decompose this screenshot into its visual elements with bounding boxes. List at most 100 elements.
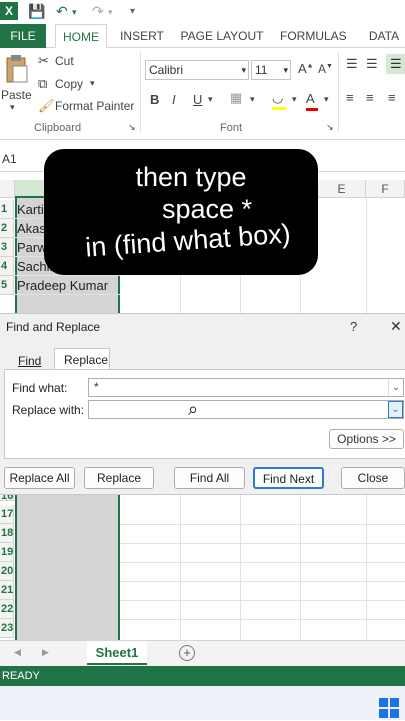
windows-start-icon[interactable] (379, 698, 399, 718)
row-header[interactable]: 21 (0, 581, 14, 600)
cell-a5[interactable]: Pradeep Kumar (15, 276, 120, 295)
find-what-value: * (94, 380, 99, 394)
font-color-icon[interactable]: A (306, 91, 318, 111)
font-name-chevron-icon: ▾ (241, 65, 246, 75)
customize-toolbar-icon[interactable]: ▾ (130, 6, 135, 17)
cut-button[interactable]: Cut (55, 54, 74, 68)
name-box[interactable]: A1 (2, 152, 17, 166)
options-button[interactable]: Options >> (329, 429, 404, 449)
mouse-cursor-icon: ⌕ (188, 399, 199, 419)
dialog-title: Find and Replace (6, 320, 101, 334)
paste-label[interactable]: Paste (1, 88, 32, 102)
font-size-dropdown[interactable]: 11 ▾ (251, 60, 291, 80)
grid-line (120, 619, 405, 620)
increase-font-icon[interactable]: A▲ (298, 61, 314, 76)
row-header[interactable]: 2 (0, 219, 14, 238)
font-size-chevron-icon: ▾ (283, 65, 288, 75)
grid-line (120, 543, 405, 544)
tab-replace[interactable]: Replace (54, 348, 110, 370)
align-middle-icon[interactable]: ☰ (366, 56, 378, 72)
tab-replace-label: Replace (64, 353, 109, 367)
close-button[interactable]: Close (341, 467, 405, 489)
paste-dropdown-icon[interactable]: ▾ (10, 102, 15, 113)
save-icon[interactable]: 💾 (28, 3, 45, 20)
decrease-font-icon[interactable]: A▼ (318, 62, 333, 76)
column-header-f[interactable]: F (366, 180, 405, 198)
select-all-corner[interactable] (0, 180, 15, 198)
title-bar: X 💾 ↶ ▾ ↷ ▾ ▾ (0, 0, 405, 24)
italic-button[interactable]: I (172, 92, 176, 107)
sheet-tab-sheet1[interactable]: Sheet1 (87, 641, 147, 665)
find-what-input[interactable]: * ⌄ (88, 378, 404, 397)
row-header[interactable]: 5 (0, 276, 14, 295)
row-header[interactable]: 4 (0, 257, 14, 276)
undo-dropdown-icon[interactable]: ▾ (72, 7, 77, 18)
underline-dropdown-icon[interactable]: ▾ (208, 94, 213, 105)
help-button[interactable]: ? (350, 319, 357, 334)
tab-find[interactable]: Find (18, 354, 41, 368)
row-header[interactable]: 3 (0, 238, 14, 257)
align-bottom-icon[interactable]: ☰ (386, 54, 405, 74)
replace-button[interactable]: Replace (84, 467, 154, 489)
grid-line (120, 524, 405, 525)
borders-dropdown-icon[interactable]: ▾ (250, 94, 255, 105)
scroll-sheets-left-icon[interactable]: ◀ (14, 647, 21, 658)
column-header-e[interactable]: E (318, 180, 366, 198)
replace-with-input[interactable]: ⌄ (88, 400, 404, 419)
tab-formulas[interactable]: FORMULAS (280, 24, 347, 48)
tab-page-layout[interactable]: PAGE LAYOUT (180, 24, 264, 48)
borders-icon[interactable]: ▦ (230, 90, 242, 106)
row-header[interactable]: 17 (0, 505, 14, 524)
row-header[interactable]: 22 (0, 600, 14, 619)
find-all-button[interactable]: Find All (174, 467, 245, 489)
grid-line (120, 562, 405, 563)
replace-history-chevron-icon[interactable]: ⌄ (388, 401, 403, 418)
align-left-icon[interactable]: ≡ (346, 90, 354, 105)
row-header[interactable]: 18 (0, 524, 14, 543)
undo-icon[interactable]: ↶ (56, 3, 68, 20)
cut-icon[interactable]: ✂ (38, 53, 49, 69)
tab-home[interactable]: HOME (55, 24, 107, 48)
fill-color-dropdown-icon[interactable]: ▾ (292, 94, 297, 105)
align-top-icon[interactable]: ☰ (346, 56, 358, 72)
font-name-value: Calibri (149, 63, 184, 77)
find-replace-dialog: Find and Replace ? ✕ Find Replace Find w… (0, 313, 405, 495)
format-painter-button[interactable]: Format Painter (55, 99, 134, 113)
font-launcher-icon[interactable]: ↘ (326, 122, 334, 133)
ribbon: Paste ▾ ✂ Cut ⧉ Copy ▾ 🖌 Format Painter … (0, 48, 405, 140)
add-sheet-button[interactable]: + (179, 645, 195, 661)
taskbar (0, 686, 405, 720)
find-next-button[interactable]: Find Next (253, 467, 324, 489)
fill-color-icon[interactable]: ◡ (272, 90, 286, 110)
font-color-dropdown-icon[interactable]: ▾ (324, 94, 329, 105)
copy-dropdown-icon[interactable]: ▾ (90, 78, 95, 89)
row-header[interactable]: 23 (0, 619, 14, 638)
underline-button[interactable]: U (193, 92, 202, 107)
align-right-icon[interactable]: ≡ (388, 90, 396, 105)
grid-line (120, 581, 405, 582)
tab-data[interactable]: DATA (364, 24, 404, 48)
redo-icon[interactable]: ↷ (92, 3, 104, 20)
align-center-icon[interactable]: ≡ (366, 90, 374, 105)
format-painter-icon[interactable]: 🖌 (38, 98, 55, 114)
copy-icon[interactable]: ⧉ (38, 76, 47, 92)
tab-file[interactable]: FILE (0, 24, 46, 48)
row-header[interactable]: 19 (0, 543, 14, 562)
redo-dropdown-icon[interactable]: ▾ (108, 7, 113, 18)
scroll-sheets-right-icon[interactable]: ▶ (42, 647, 49, 658)
row-header[interactable]: 20 (0, 562, 14, 581)
row-header[interactable]: 1 (0, 200, 14, 219)
copy-button[interactable]: Copy (55, 77, 83, 91)
paste-icon[interactable] (3, 54, 29, 84)
close-icon[interactable]: ✕ (390, 318, 402, 335)
clipboard-launcher-icon[interactable]: ↘ (128, 122, 136, 133)
tab-insert[interactable]: INSERT (118, 24, 166, 48)
clipboard-group-label: Clipboard (34, 122, 82, 134)
find-history-chevron-icon[interactable]: ⌄ (388, 379, 403, 396)
font-group-label: Font (220, 122, 243, 134)
replace-all-button[interactable]: Replace All (4, 467, 75, 489)
caption-line-1: then type (135, 162, 247, 192)
bold-button[interactable]: B (150, 92, 159, 107)
font-name-dropdown[interactable]: Calibri ▾ (145, 60, 249, 80)
excel-logo: X (0, 2, 18, 20)
